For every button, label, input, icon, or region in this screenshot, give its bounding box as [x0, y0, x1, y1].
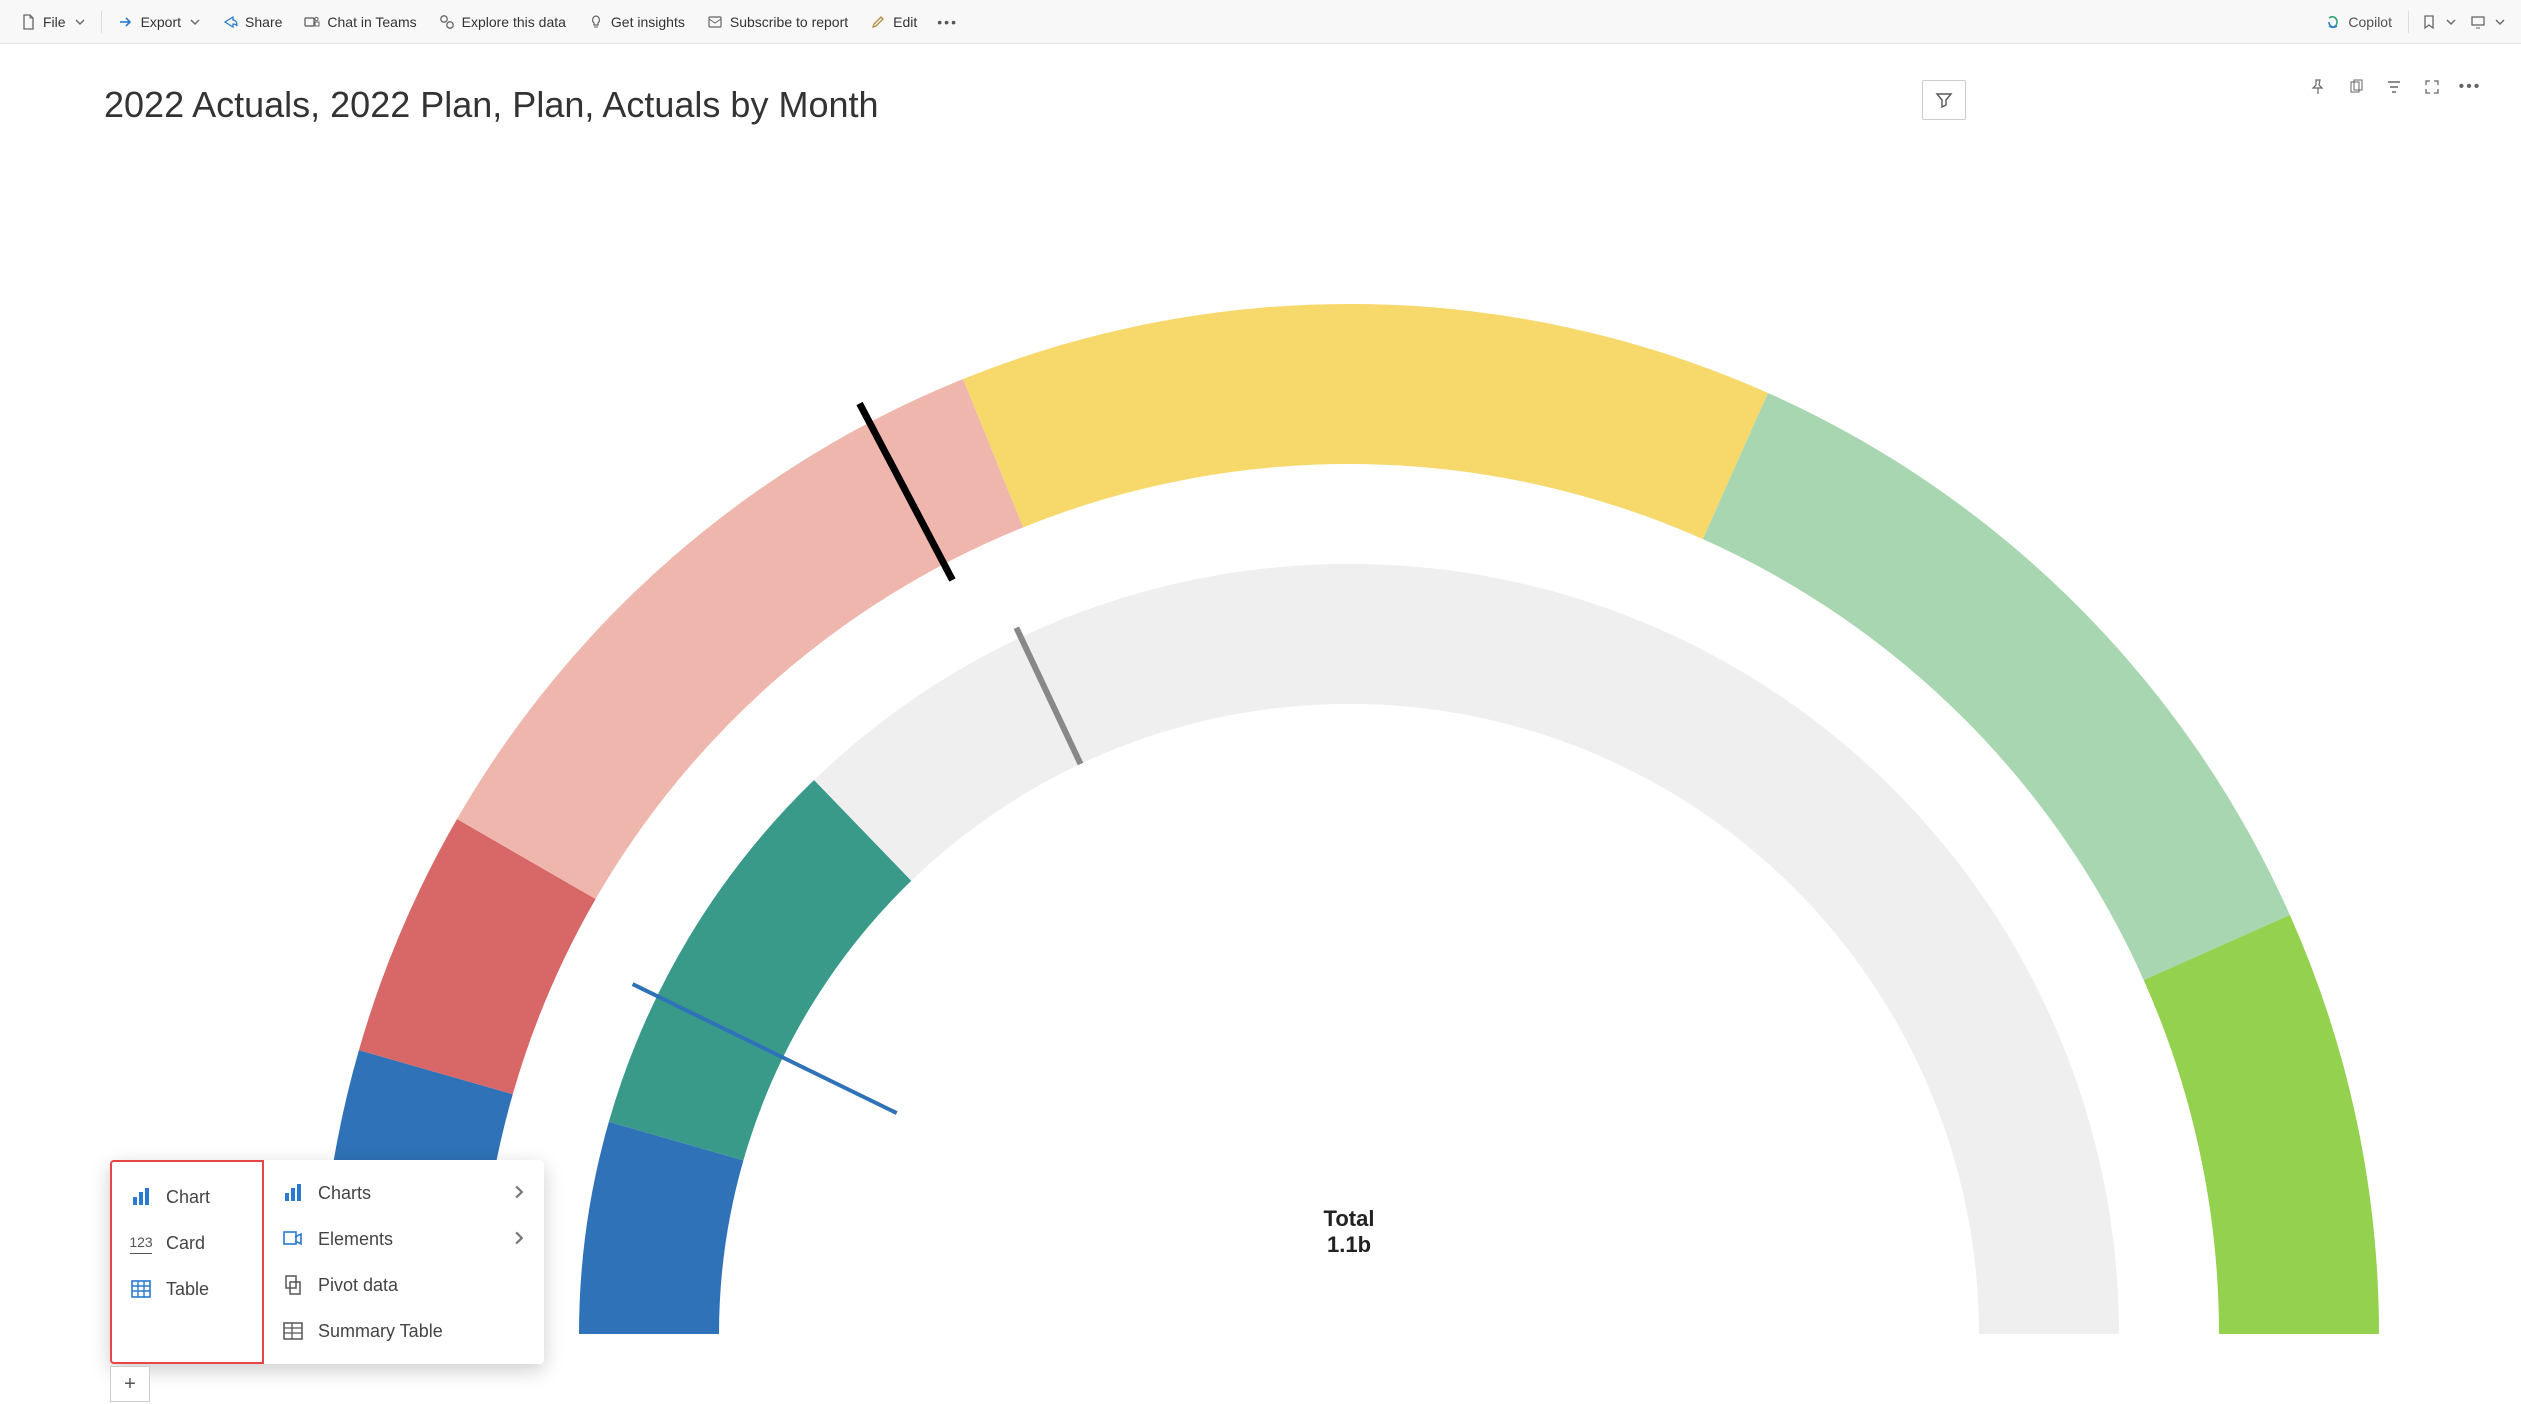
focus-mode-button[interactable]	[2417, 72, 2447, 102]
bar-chart-icon	[130, 1186, 152, 1208]
submenu-charts-label: Charts	[318, 1183, 371, 1204]
chevron-down-icon	[2495, 14, 2505, 30]
copy-button[interactable]	[2341, 72, 2371, 102]
card-icon: 123	[130, 1232, 152, 1254]
bulb-icon	[588, 14, 604, 30]
submenu-summary-label: Summary Table	[318, 1321, 443, 1342]
visual-type-chart[interactable]: Chart	[112, 1174, 262, 1220]
gauge-chart[interactable]: Total 1.1b	[249, 204, 2449, 1384]
gauge-total-value: 1.1b	[1326, 1232, 1370, 1257]
chevron-down-icon	[75, 14, 85, 30]
submenu-elements[interactable]: Elements	[264, 1216, 544, 1262]
add-visual-menu: Chart 123 Card Table Charts	[110, 1160, 544, 1364]
visual-type-table[interactable]: Table	[112, 1266, 262, 1312]
file-icon	[20, 14, 36, 30]
share-label: Share	[245, 14, 282, 30]
add-visual-button[interactable]: +	[110, 1366, 150, 1402]
visual-type-table-label: Table	[166, 1279, 209, 1300]
visual-type-chart-label: Chart	[166, 1187, 210, 1208]
explore-button[interactable]: Explore this data	[429, 8, 576, 36]
separator	[2408, 11, 2409, 33]
file-label: File	[43, 14, 66, 30]
submenu-summary[interactable]: Summary Table	[264, 1308, 544, 1354]
view-mode-button[interactable]	[2464, 8, 2511, 36]
export-label: Export	[141, 14, 181, 30]
edit-label: Edit	[893, 14, 917, 30]
table-icon	[130, 1278, 152, 1300]
share-button[interactable]: Share	[212, 8, 292, 36]
copilot-icon	[2325, 14, 2341, 30]
filter-applied-button[interactable]	[2379, 72, 2409, 102]
bookmark-icon	[2421, 14, 2437, 30]
teams-icon	[304, 14, 320, 30]
copilot-button[interactable]: Copilot	[2315, 8, 2402, 36]
plus-icon: +	[124, 1373, 136, 1396]
insights-button[interactable]: Get insights	[578, 8, 695, 36]
share-icon	[222, 14, 238, 30]
visual-header-toolbar: •••	[2303, 72, 2485, 102]
chevron-right-icon	[512, 1229, 526, 1250]
visual-type-list: Chart 123 Card Table	[110, 1160, 264, 1364]
chat-teams-label: Chat in Teams	[327, 14, 416, 30]
submenu-charts[interactable]: Charts	[264, 1170, 544, 1216]
export-icon	[118, 14, 134, 30]
insights-label: Get insights	[611, 14, 685, 30]
subscribe-icon	[707, 14, 723, 30]
chart-submenu: Charts Elements Pivot data	[264, 1160, 544, 1364]
copilot-label: Copilot	[2348, 14, 2392, 30]
subscribe-button[interactable]: Subscribe to report	[697, 8, 858, 36]
submenu-elements-label: Elements	[318, 1229, 393, 1250]
ellipsis-icon: •••	[2459, 78, 2482, 96]
explore-label: Explore this data	[462, 14, 566, 30]
visual-type-card-label: Card	[166, 1233, 205, 1254]
summary-table-icon	[282, 1320, 304, 1342]
filter-button[interactable]	[1922, 80, 1966, 120]
subscribe-label: Subscribe to report	[730, 14, 848, 30]
bookmark-button[interactable]	[2415, 8, 2462, 36]
report-canvas: 2022 Actuals, 2022 Plan, Plan, Actuals b…	[0, 44, 2521, 1404]
chevron-down-icon	[190, 14, 200, 30]
file-menu[interactable]: File	[10, 8, 95, 36]
more-options-button[interactable]: •••	[2455, 72, 2485, 102]
explore-icon	[439, 14, 455, 30]
gauge-total-label: Total	[1323, 1206, 1374, 1231]
command-bar-right: Copilot	[2315, 8, 2511, 36]
separator	[101, 11, 102, 33]
chevron-down-icon	[2446, 14, 2456, 30]
elements-icon	[282, 1228, 304, 1250]
bar-chart-icon	[282, 1182, 304, 1204]
submenu-pivot-label: Pivot data	[318, 1275, 398, 1296]
edit-button[interactable]: Edit	[860, 8, 927, 36]
visual-type-card[interactable]: 123 Card	[112, 1220, 262, 1266]
submenu-pivot[interactable]: Pivot data	[264, 1262, 544, 1308]
pivot-icon	[282, 1274, 304, 1296]
pencil-icon	[870, 14, 886, 30]
export-menu[interactable]: Export	[108, 8, 210, 36]
monitor-icon	[2470, 14, 2486, 30]
chevron-right-icon	[512, 1183, 526, 1204]
command-bar: File Export Share Chat in Teams Explore …	[0, 0, 2521, 44]
ellipsis-icon: •••	[937, 14, 958, 30]
report-title: 2022 Actuals, 2022 Plan, Plan, Actuals b…	[104, 84, 879, 126]
overflow-button[interactable]: •••	[929, 8, 966, 36]
chat-teams-button[interactable]: Chat in Teams	[294, 8, 426, 36]
pin-button[interactable]	[2303, 72, 2333, 102]
